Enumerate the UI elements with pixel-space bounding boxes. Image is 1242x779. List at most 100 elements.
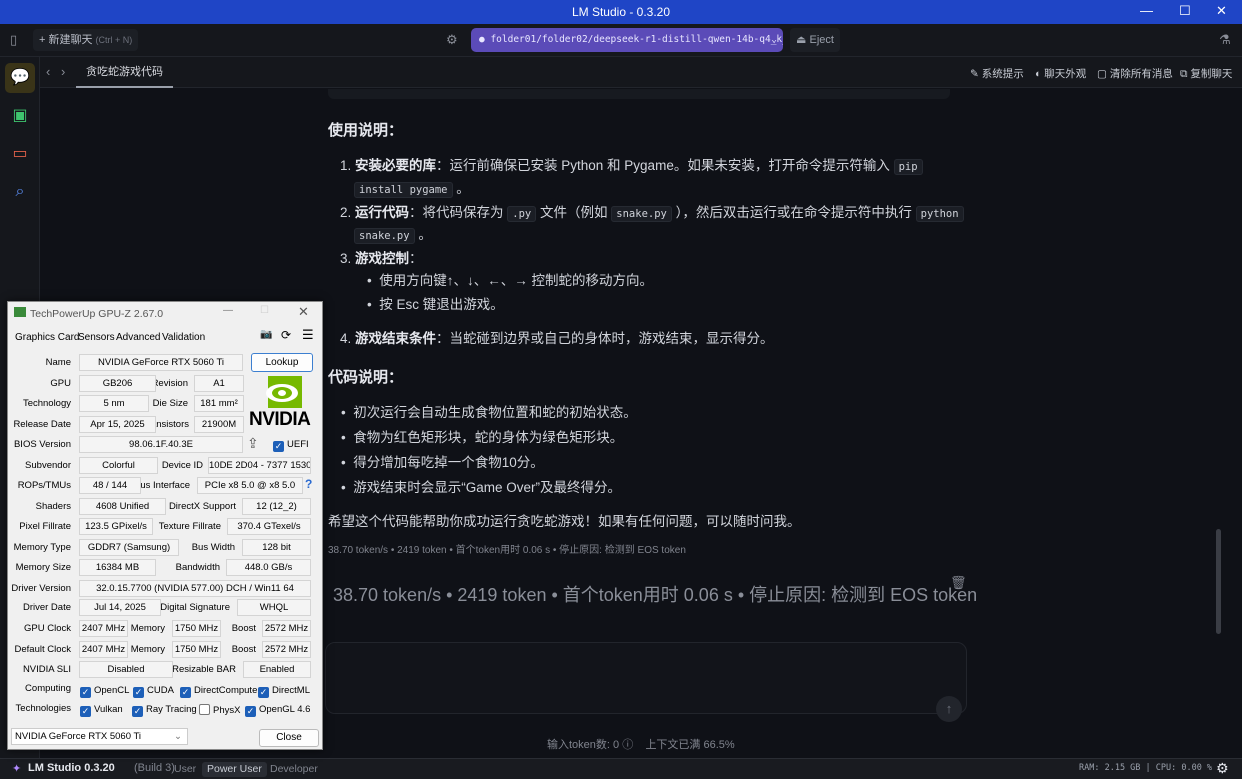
lookup-button[interactable]: Lookup [251,353,313,372]
label-die_size: Die Size [152,398,188,409]
menu-icon[interactable]: ☰ [302,327,314,343]
t: 初次运行会自动生成食物位置和蛇的初始状态。 [353,405,637,420]
field-driver_date: Jul 14, 2025 [79,599,161,616]
chat-icon[interactable]: 💬 [5,63,35,93]
checkbox-technology[interactable]: PhysX [199,704,240,717]
scrollbar[interactable] [1216,529,1221,634]
b: 游戏控制 [355,251,410,266]
code: install pygame [354,182,453,198]
model-name: folder01/folder02/deepseek-r1-distill-qw… [490,34,783,45]
checkbox-computing[interactable]: ✓ OpenCL [80,685,129,698]
t: ：运行前确保已安装 Python 和 Pygame。如果未安装，打开命令提示符输… [436,158,890,173]
code: snake.py [611,206,672,222]
label-bios: BIOS Version [13,439,71,450]
step-3: 3. 游戏控制： [340,251,423,266]
field-die_size: 181 mm² [194,395,244,412]
closing-text: 希望这个代码能帮助你成功运行贪吃蛇游戏！如果有任何问题，可以随时问我。 [328,514,801,529]
refresh-icon[interactable]: ⟳ [281,328,291,342]
maximize-button[interactable]: ☐ [260,305,269,316]
value: 0 [613,739,620,751]
step-3-bullet: • 按 Esc 键退出游戏。 [367,297,504,312]
field-rebar: Enabled [243,661,311,678]
checkbox-technology[interactable]: ✓ OpenGL 4.6 [245,704,310,717]
search-icon[interactable]: ⌕ [5,177,35,207]
gpuz-window: TechPowerUp GPU-Z 2.67.0 — ☐ ✕ Graphics … [7,301,323,750]
send-button[interactable]: ↑ [936,696,962,722]
tab-graphics-card[interactable]: Graphics Card [15,332,79,343]
sidebar-toggle-icon[interactable]: ▯ [10,32,17,48]
code: snake.py [354,228,415,244]
close-button[interactable]: ✕ [1216,3,1227,19]
mode-user[interactable]: User [169,762,201,777]
close-button[interactable]: ✕ [298,304,309,320]
list-item: • 游戏结束时会显示“Game Over”及最终得分。 [341,480,621,495]
top-toolbar: ▯ + 新建聊天 (Ctrl + N) ⚙ ● folder01/folder0… [0,24,1242,57]
gear-icon[interactable]: ⚙ [446,32,458,48]
gpu-select[interactable]: NVIDIA GeForce RTX 5060 Ti ⌄ [11,728,188,745]
delete-icon[interactable]: 🗑 [950,575,967,591]
duplicate-chat-button[interactable]: ⧉ 复制聊天 [1180,66,1232,81]
b: 运行代码 [355,205,410,220]
list-item: • 得分增加每吃掉一个食物10分。 [341,455,544,470]
field-subvendor: Colorful [79,457,158,474]
minimize-button[interactable]: — [1140,3,1153,18]
field-rops: 48 / 144 [79,477,141,494]
field-gpuboost: 2572 MHz [262,620,311,637]
tab-validation[interactable]: Validation [162,332,205,343]
label-driver_date: Driver Date [22,602,71,613]
label: 系统提示 [981,68,1024,80]
minimize-button[interactable]: — [223,305,233,316]
step-4: 4. 游戏结束条件：当蛇碰到边界或自己的身体时，游戏结束，显示得分。 [340,331,774,346]
tab-sensors[interactable]: Sensors [78,332,115,343]
field-directx: 12 (12_2) [242,498,311,515]
t: 按 Esc 键退出游戏。 [379,297,504,312]
t: 食物为红色矩形块，蛇的身体为绿色矩形块。 [353,430,624,445]
camera-icon[interactable]: 📷 [260,329,272,340]
checkbox-technology[interactable]: ✓ Vulkan [80,704,123,717]
list-item: • 食物为红色矩形块，蛇的身体为绿色矩形块。 [341,430,624,445]
label-texture: Texture Fillrate [158,521,221,532]
close-dialog-button[interactable]: Close [259,729,319,747]
t: ： [409,251,423,266]
mode-developer[interactable]: Developer [265,762,323,777]
field-driver: 32.0.15.7700 (NVIDIA 577.00) DCH / Win11… [79,580,311,597]
checkbox-technology[interactable]: ✓ Ray Tracing [132,704,197,717]
clear-messages-button[interactable]: ▢ 清除所有消息 [1097,66,1173,81]
label-technologies: Technologies [15,703,71,714]
heading-usage: 使用说明： [328,122,404,139]
field-gpu: GB206 [79,375,156,392]
tab-advanced[interactable]: Advanced [116,332,160,343]
field-buswidth: 128 bit [242,539,311,556]
back-icon[interactable]: ‹ [46,64,50,79]
heading-code: 代码说明： [328,369,404,386]
system-prompt-button[interactable]: ✎ 系统提示 [970,66,1024,81]
flask-icon[interactable]: ⚗ [1219,32,1231,48]
step-1: 1. 安装必要的库：运行前确保已安装 Python 和 Pygame。如果未安装… [340,154,923,175]
step-1-cont: install pygame 。 [354,177,470,198]
t: ：当蛇碰到边界或自己的身体时，游戏结束，显示得分。 [436,331,774,346]
field-gpumem: 1750 MHz [172,620,221,637]
settings-icon[interactable]: ⚙ [1216,760,1229,777]
chat-appearance-button[interactable]: ◐ 聊天外观 [1035,66,1086,81]
model-selector[interactable]: ● folder01/folder02/deepseek-r1-distill-… [471,28,783,52]
uefi-checkbox[interactable]: ✓ UEFI [273,439,309,452]
label-sli: NVIDIA SLI [22,664,71,675]
field-defclock: 2407 MHz [79,641,128,658]
terminal-icon[interactable]: ▣ [5,101,35,131]
label: 聊天外观 [1044,68,1087,80]
eject-button[interactable]: ⏏ Eject [790,28,840,52]
new-chat-button[interactable]: + 新建聊天 (Ctrl + N) [33,29,139,51]
resource-usage: RAM: 2.15 GB | CPU: 0.00 % [1079,763,1213,773]
message-input[interactable] [325,642,967,714]
checkbox-computing[interactable]: ✓ CUDA [133,685,174,698]
help-icon[interactable]: ? [305,477,312,491]
tab-chat[interactable]: 贪吃蛇游戏代码 [76,57,173,88]
mode-power-user[interactable]: Power User [202,762,267,777]
share-icon[interactable]: ⇪ [247,435,259,452]
checkbox-computing[interactable]: ✓ DirectCompute [180,685,257,698]
maximize-button[interactable]: ☐ [1179,3,1191,19]
token-status: 输入token数: 0 ⓘ 上下文已满 66.5% [547,739,735,751]
folder-icon[interactable]: ▭ [5,139,35,169]
forward-icon[interactable]: › [61,64,65,79]
checkbox-computing[interactable]: ✓ DirectML [258,685,310,698]
